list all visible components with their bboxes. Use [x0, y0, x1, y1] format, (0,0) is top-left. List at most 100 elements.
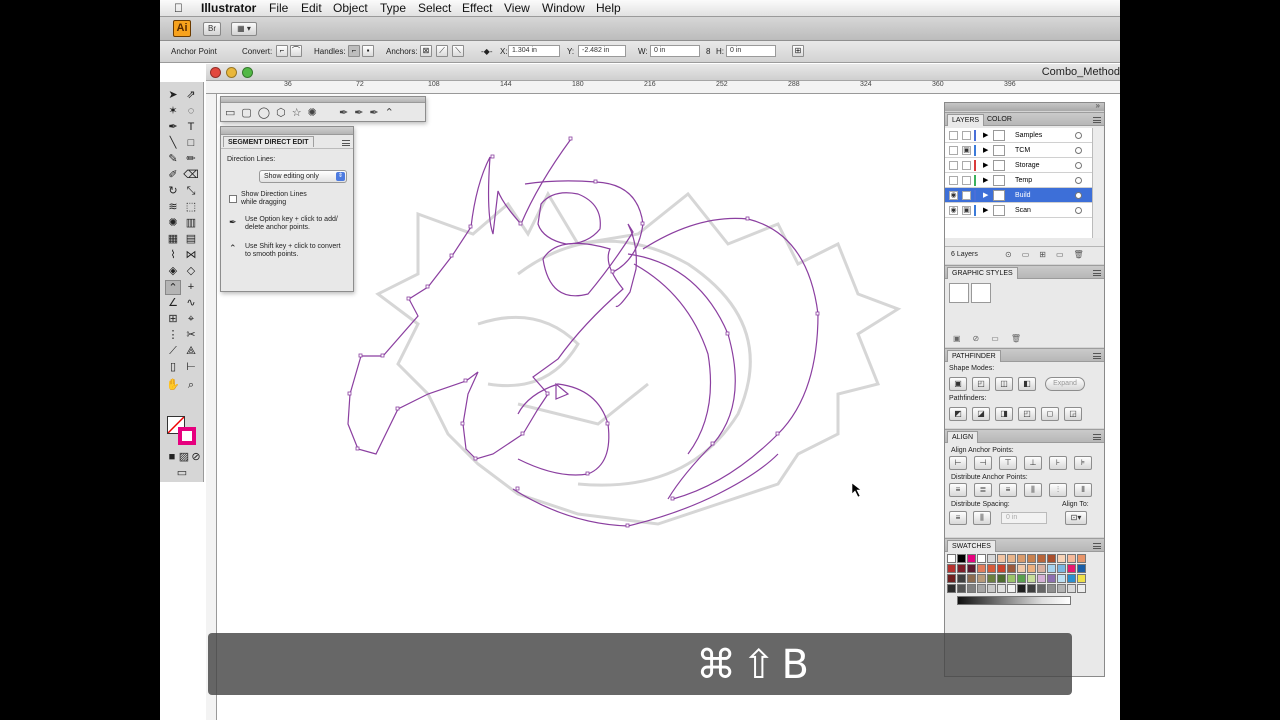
color-swatch[interactable] — [977, 574, 986, 583]
distribute-anchor-button[interactable]: ⫴ — [1074, 483, 1092, 497]
color-swatch[interactable] — [997, 584, 1006, 593]
convert-corner-button[interactable]: ⌐ — [276, 45, 288, 57]
visibility-eye-icon[interactable] — [949, 176, 958, 185]
lock-icon[interactable]: ▣ — [962, 206, 971, 215]
merge-button[interactable]: ◨ — [995, 407, 1013, 421]
color-swatch[interactable] — [1017, 554, 1026, 563]
divide-button[interactable]: ◩ — [949, 407, 967, 421]
distribute-anchor-button[interactable]: ≡ — [999, 483, 1017, 497]
target-circle-icon[interactable] — [1075, 207, 1082, 214]
menu-help[interactable]: Help — [596, 1, 621, 15]
color-swatch[interactable] — [1027, 584, 1036, 593]
visibility-eye-icon[interactable] — [949, 146, 958, 155]
tab-color[interactable]: COLOR — [983, 114, 1016, 126]
color-swatch[interactable] — [1007, 554, 1016, 563]
lock-icon[interactable]: ▣ — [962, 146, 971, 155]
color-swatch[interactable] — [977, 554, 986, 563]
color-swatch[interactable] — [997, 574, 1006, 583]
reference-point-icon[interactable]: -◆- — [481, 47, 492, 56]
color-swatch[interactable] — [1027, 554, 1036, 563]
target-circle-icon[interactable] — [1075, 132, 1082, 139]
layer-row[interactable]: ◉ ▣ ▶ Scan — [945, 203, 1092, 218]
color-swatch[interactable] — [947, 574, 956, 583]
color-swatch[interactable] — [1067, 574, 1076, 583]
line-tool-icon[interactable]: ╲ — [165, 136, 181, 151]
none-mode-icon[interactable]: ⊘ — [188, 450, 204, 465]
hand-tool-icon[interactable]: ✋ — [165, 378, 181, 393]
join-path-button[interactable]: ⟍ — [452, 45, 464, 57]
lock-icon[interactable] — [962, 191, 971, 200]
visibility-eye-icon[interactable]: ◉ — [949, 206, 958, 215]
layer-row[interactable]: ▣ ▶ TCM — [945, 143, 1092, 158]
layer-action-icons[interactable]: ⊙▭⊞▭🗑 — [1005, 250, 1094, 259]
distribute-anchor-button[interactable]: ≣ — [974, 483, 992, 497]
stroke-swatch[interactable] — [178, 427, 196, 445]
lock-icon[interactable] — [962, 176, 971, 185]
unite-button[interactable]: ▣ — [949, 377, 967, 391]
color-swatch[interactable] — [1007, 574, 1016, 583]
column-graph-icon[interactable]: ▯ — [165, 360, 181, 375]
color-swatch[interactable] — [1007, 564, 1016, 573]
arrange-documents-button[interactable]: ▦ ▾ — [231, 22, 257, 36]
panel-menu-icon[interactable] — [342, 140, 350, 146]
horizontal-ruler[interactable]: 36 72 108 144 180 216 252 288 324 360 39… — [206, 81, 1120, 94]
constrain-link-icon[interactable]: 8 — [706, 47, 710, 56]
color-swatch[interactable] — [987, 584, 996, 593]
perspective-tool-icon[interactable]: ⟁ — [183, 344, 199, 359]
align-anchor-button[interactable]: ⊥ — [1024, 456, 1042, 470]
target-circle-icon[interactable] — [1075, 162, 1082, 169]
menu-effect[interactable]: Effect — [462, 1, 492, 15]
expand-button[interactable]: Expand — [1045, 377, 1085, 391]
artboard-tool-icon[interactable]: ⊞ — [165, 312, 181, 327]
expand-triangle-icon[interactable]: ▶ — [983, 161, 988, 169]
color-swatch[interactable] — [987, 574, 996, 583]
dock-header[interactable]: » — [945, 101, 1104, 111]
h-field[interactable]: 0 in — [726, 45, 776, 57]
color-swatch[interactable] — [1017, 574, 1026, 583]
layer-row[interactable]: ▶ Storage — [945, 158, 1092, 173]
expand-triangle-icon[interactable]: ▶ — [983, 176, 988, 184]
color-swatch[interactable] — [997, 554, 1006, 563]
intersect-button[interactable]: ◫ — [995, 377, 1013, 391]
convert-anchor-tool-icon[interactable]: ∠ — [165, 296, 181, 311]
distribute-anchor-button[interactable]: ≡ — [949, 483, 967, 497]
screen-mode-icon[interactable]: ▭ — [174, 466, 190, 481]
segment-edit-tool-icon[interactable]: ∿ — [183, 296, 199, 311]
add-anchor-tool-icon[interactable]: + — [183, 280, 199, 295]
expand-triangle-icon[interactable]: ▶ — [983, 206, 988, 214]
distribute-vertical-space-button[interactable]: ≡ — [949, 511, 967, 525]
layers-scrollbar[interactable] — [1092, 128, 1103, 238]
remove-anchor-button[interactable]: ⊠ — [420, 45, 432, 57]
menu-edit[interactable]: Edit — [301, 1, 322, 15]
expand-triangle-icon[interactable]: ▶ — [983, 131, 988, 139]
visibility-eye-icon[interactable] — [949, 161, 958, 170]
app-name-menu[interactable]: Illustrator — [201, 1, 256, 15]
color-swatch[interactable] — [1017, 584, 1026, 593]
live-paint-tool-icon[interactable]: ◈ — [165, 264, 181, 279]
target-circle-icon[interactable] — [1075, 147, 1082, 154]
grayscale-swatch-row[interactable] — [957, 596, 1071, 605]
layer-row[interactable]: ▶ Temp — [945, 173, 1092, 188]
zoom-tool-icon[interactable]: ⌕ — [183, 378, 199, 393]
align-anchor-button[interactable]: ⊣ — [974, 456, 992, 470]
color-swatch[interactable] — [947, 564, 956, 573]
align-anchor-button[interactable]: ⊦ — [1049, 456, 1067, 470]
close-window-button[interactable] — [210, 67, 221, 78]
tearoff-header[interactable] — [221, 97, 425, 103]
color-swatch[interactable] — [987, 554, 996, 563]
color-swatch[interactable] — [1037, 554, 1046, 563]
color-swatch[interactable] — [1047, 554, 1056, 563]
align-to-dropdown[interactable]: ⊡▾ — [1065, 511, 1087, 525]
tab-align[interactable]: ALIGN — [947, 431, 979, 443]
minus-front-button[interactable]: ◰ — [972, 377, 990, 391]
color-swatch[interactable] — [1027, 574, 1036, 583]
blob-brush-tool-icon[interactable]: ✐ — [165, 168, 181, 183]
minus-back-button[interactable]: ◲ — [1064, 407, 1082, 421]
dock-collapse-icon[interactable]: » — [1096, 101, 1100, 110]
type-tool-icon[interactable]: T — [183, 120, 199, 135]
knife-tool-icon[interactable]: ⟋ — [165, 344, 181, 359]
eraser-tool-icon[interactable]: ⌫ — [183, 168, 199, 183]
color-swatch[interactable] — [997, 564, 1006, 573]
selection-tool-icon[interactable]: ➤ — [165, 88, 181, 103]
graphic-styles-footer-icons[interactable]: ▣⊘▭🗑 — [953, 334, 1033, 343]
